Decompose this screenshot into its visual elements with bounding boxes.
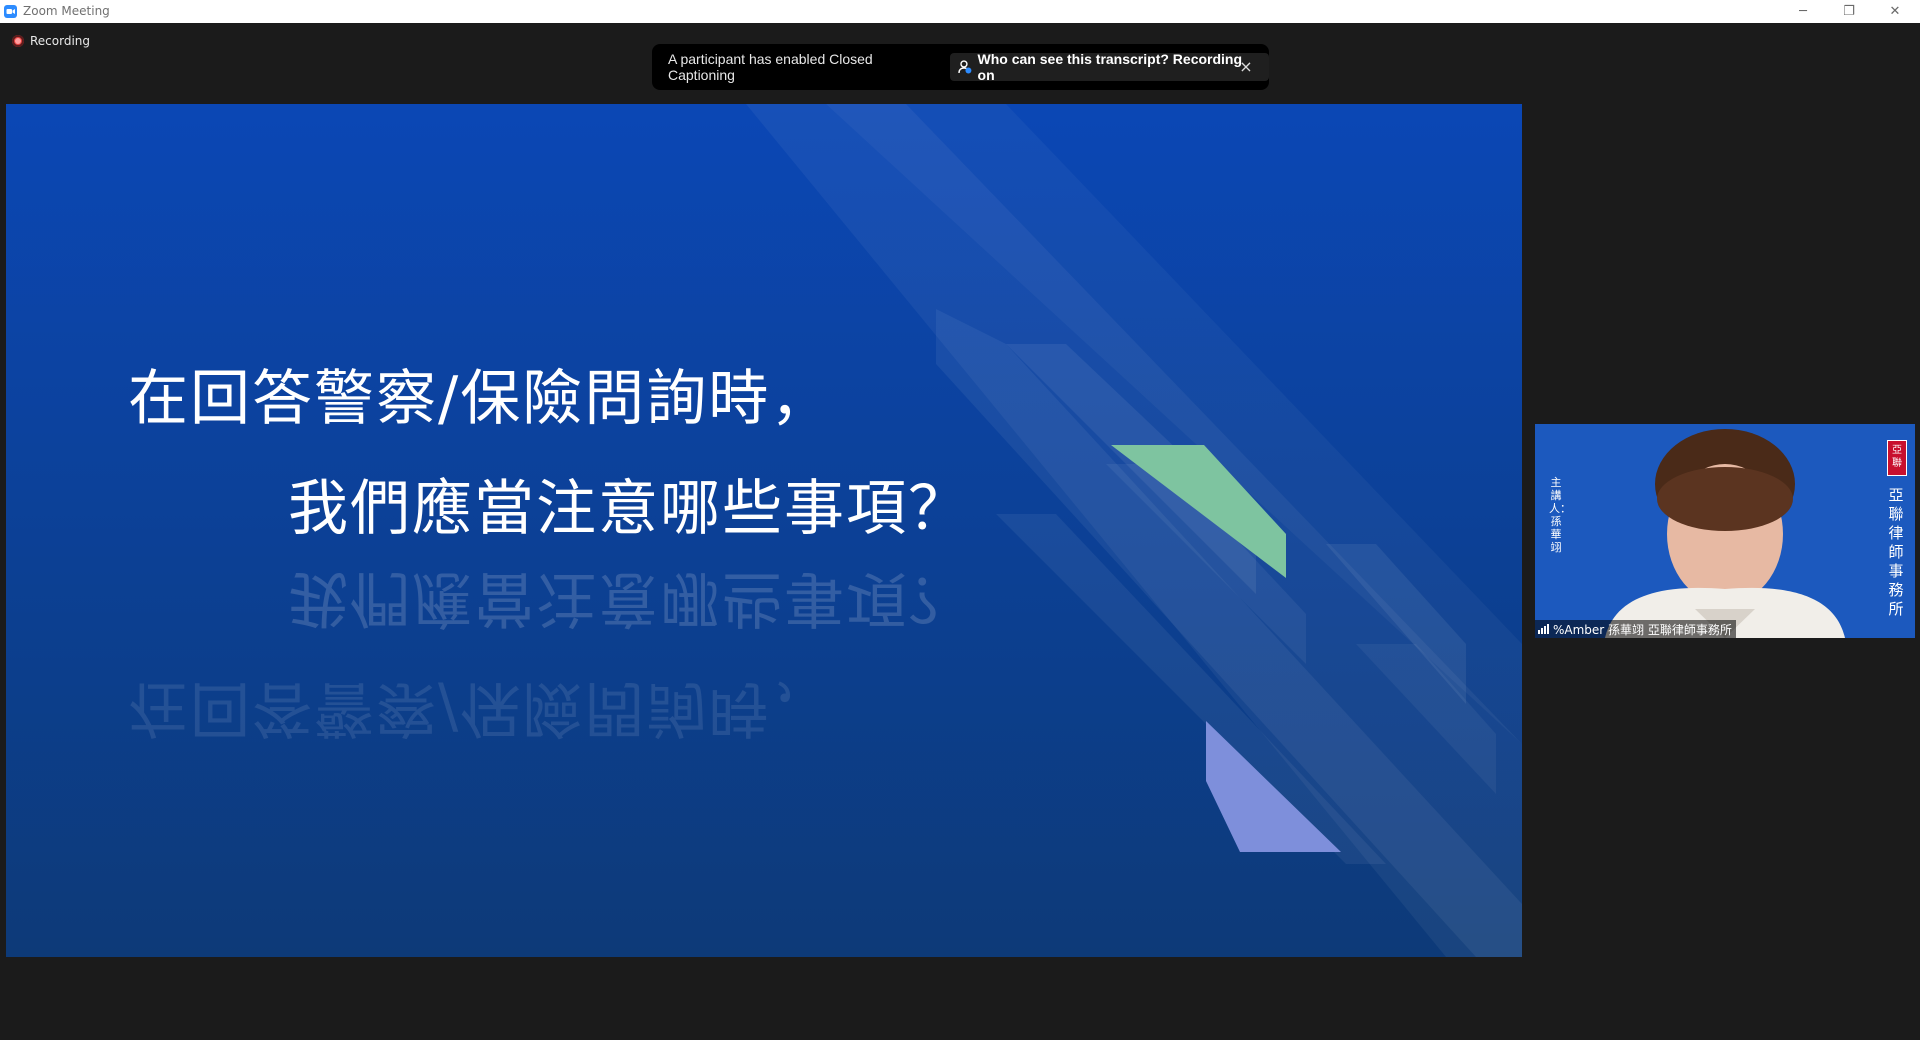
banner-text: A participant has enabled Closed Caption… bbox=[668, 51, 873, 83]
participant-video-feed bbox=[1535, 424, 1915, 638]
participant-video[interactable]: 亞聯 主講人：孫華翊 亞聯律師事務所 %Amber 孫華翊 亞聯律師事務所 bbox=[1535, 424, 1915, 638]
window-title: Zoom Meeting bbox=[23, 4, 110, 18]
transcript-visibility-button[interactable]: Who can see this transcript? Recording o… bbox=[949, 51, 1269, 83]
slide-reflection-line-2: 我們應當注意哪些事項？ bbox=[288, 563, 970, 633]
slide-reflection-line-1: 在回答警察/保險問詢時， bbox=[128, 673, 833, 743]
recording-icon bbox=[12, 35, 24, 47]
participant-name: %Amber 孫華翊 亞聯律師事務所 bbox=[1553, 622, 1732, 637]
person-info-icon bbox=[957, 60, 972, 74]
title-bar: Zoom Meeting ─ ❐ ✕ bbox=[0, 0, 1920, 23]
close-window-button[interactable]: ✕ bbox=[1872, 0, 1918, 23]
banner-close-button[interactable]: × bbox=[1237, 58, 1255, 76]
zoom-app-icon bbox=[4, 5, 17, 18]
slide-title-line-1: 在回答警察/保險問詢時， bbox=[128, 364, 833, 434]
signal-strength-icon bbox=[1538, 624, 1549, 634]
recording-indicator[interactable]: Recording bbox=[12, 34, 90, 48]
speaker-caption: 主講人：孫華翊 bbox=[1549, 476, 1571, 554]
participant-name-bar: %Amber 孫華翊 亞聯律師事務所 bbox=[1535, 620, 1736, 638]
firm-seal: 亞聯 bbox=[1887, 440, 1907, 476]
firm-name-vertical: 亞聯律師事務所 bbox=[1888, 486, 1904, 618]
slide-title-line-2: 我們應當注意哪些事項？ bbox=[288, 474, 970, 544]
recording-label: Recording bbox=[30, 34, 91, 48]
restore-button[interactable]: ❐ bbox=[1826, 0, 1872, 23]
minimize-button[interactable]: ─ bbox=[1780, 0, 1826, 23]
closed-captioning-banner: A participant has enabled Closed Caption… bbox=[652, 44, 1269, 90]
shared-screen: 在回答警察/保險問詢時， 我們應當注意哪些事項？ 我們應當注意哪些事項？ 在回答… bbox=[6, 104, 1522, 957]
transcript-visibility-label: Who can see this transcript? Recording o… bbox=[977, 51, 1243, 83]
